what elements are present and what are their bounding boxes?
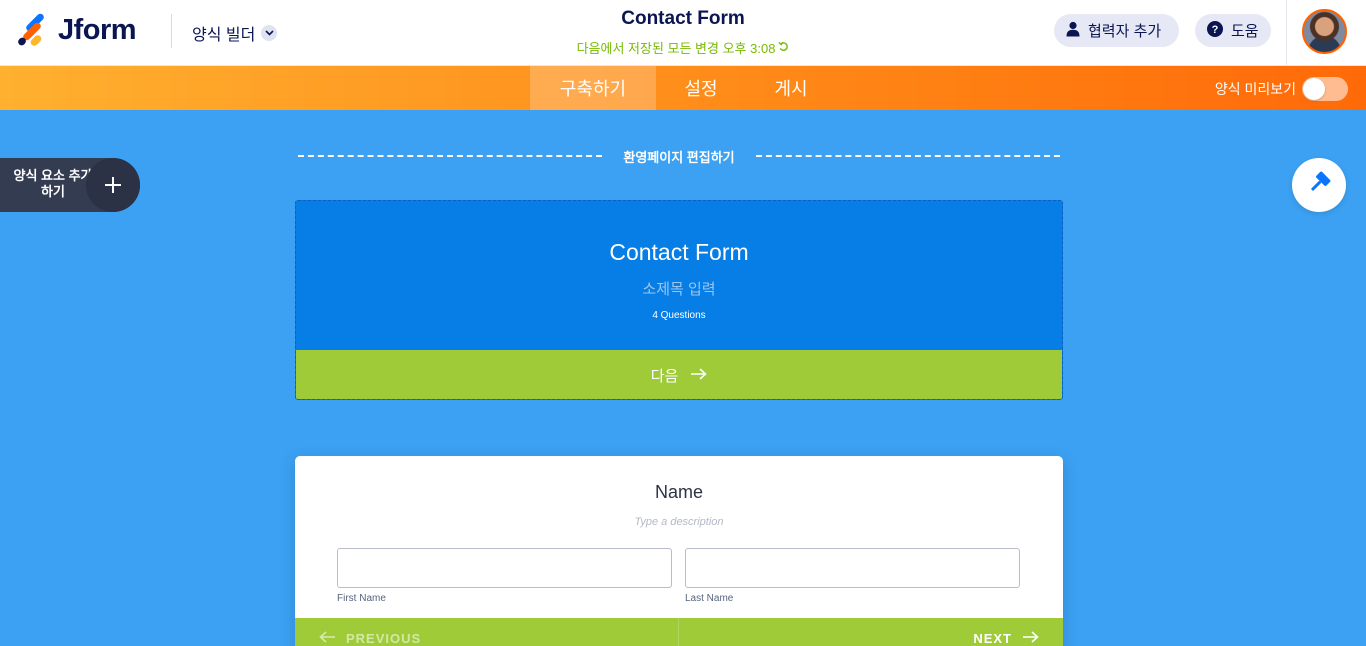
- add-form-element-label: 양식 요소 추가하기: [13, 168, 93, 199]
- save-status-text: 다음에서 저장된 모든 변경 오후 3:08: [576, 41, 776, 56]
- builder-mode-dropdown[interactable]: 양식 빌더: [192, 21, 278, 45]
- header-divider: [171, 14, 172, 48]
- question-card-name[interactable]: Name Type a description First Name Last …: [295, 456, 1063, 646]
- logo-text: Jform: [58, 14, 137, 46]
- builder-mode-label: 양식 빌더: [192, 27, 256, 44]
- tab-build[interactable]: 구축하기: [530, 66, 656, 110]
- last-name-input[interactable]: [685, 548, 1020, 588]
- add-collaborator-label: 협력자 추가: [1088, 23, 1162, 40]
- arrow-right-icon: [1022, 630, 1039, 646]
- form-preview-toggle[interactable]: [1302, 77, 1348, 101]
- welcome-next-button[interactable]: 다음: [296, 350, 1062, 399]
- welcome-divider-left: [298, 155, 602, 157]
- jform-logo[interactable]: Jform: [16, 11, 137, 47]
- chevron-down-icon: [261, 25, 278, 41]
- welcome-divider-right: [756, 155, 1060, 157]
- welcome-title[interactable]: Contact Form: [296, 239, 1062, 266]
- paint-roller-icon: [1306, 170, 1332, 201]
- question-label[interactable]: Name: [295, 482, 1063, 503]
- jform-logo-icon: [16, 11, 48, 47]
- welcome-next-label: 다음: [650, 367, 679, 385]
- header-divider-right: [1286, 0, 1287, 66]
- plus-icon: [86, 158, 140, 212]
- question-description[interactable]: Type a description: [295, 516, 1063, 528]
- help-button[interactable]: ? 도움: [1195, 14, 1271, 47]
- user-avatar[interactable]: [1302, 9, 1347, 54]
- toggle-knob: [1303, 78, 1325, 100]
- arrow-left-icon: [319, 630, 336, 646]
- arrow-right-icon: [690, 367, 707, 384]
- previous-button[interactable]: PREVIOUS: [295, 618, 679, 646]
- svg-text:?: ?: [1212, 24, 1219, 36]
- builder-navbar: 구축하기 설정 게시 양식 미리보기: [0, 66, 1366, 110]
- welcome-subtitle[interactable]: 소제목 입력: [296, 278, 1062, 299]
- first-name-input[interactable]: [337, 548, 672, 588]
- question-navigation: PREVIOUS NEXT: [295, 618, 1063, 646]
- save-status: 다음에서 저장된 모든 변경 오후 3:08: [483, 38, 883, 57]
- user-icon: [1066, 21, 1080, 41]
- form-designer-button[interactable]: [1292, 158, 1346, 212]
- tab-settings[interactable]: 설정: [670, 66, 732, 110]
- next-button[interactable]: NEXT: [679, 618, 1063, 646]
- previous-label: PREVIOUS: [346, 630, 422, 646]
- form-preview-control: 양식 미리보기: [1215, 77, 1348, 101]
- last-name-sublabel: Last Name: [685, 593, 734, 604]
- welcome-page-card[interactable]: Contact Form 소제목 입력 4 Questions 다음: [295, 200, 1063, 400]
- form-title[interactable]: Contact Form: [483, 8, 883, 30]
- form-title-area: Contact Form 다음에서 저장된 모든 변경 오후 3:08: [483, 8, 883, 57]
- add-form-element-button[interactable]: 양식 요소 추가하기: [0, 158, 140, 212]
- next-label: NEXT: [973, 630, 1012, 646]
- revert-icon[interactable]: [778, 40, 789, 55]
- edit-welcome-page-label[interactable]: 환영페이지 편집하기: [604, 147, 754, 166]
- questions-count: 4 Questions: [652, 310, 706, 321]
- first-name-sublabel: First Name: [337, 593, 386, 604]
- form-preview-label: 양식 미리보기: [1214, 81, 1296, 97]
- help-label: 도움: [1231, 23, 1259, 40]
- top-header: Jform 양식 빌더 Contact Form 다음에서 저장된 모든 변경 …: [0, 0, 1366, 66]
- help-icon: ?: [1207, 20, 1223, 41]
- tab-publish[interactable]: 게시: [760, 66, 822, 110]
- add-collaborator-button[interactable]: 협력자 추가: [1054, 14, 1179, 47]
